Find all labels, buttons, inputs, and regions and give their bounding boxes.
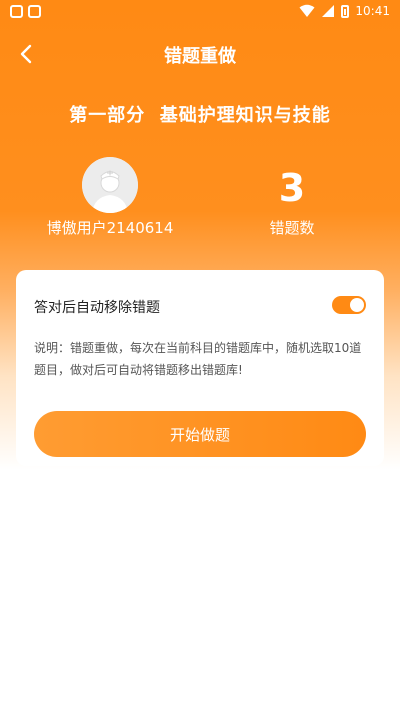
notification-icon	[28, 5, 41, 18]
battery-icon	[341, 4, 350, 18]
avatar-icon	[82, 157, 138, 213]
error-count-label: 错题数	[269, 219, 315, 237]
signal-icon	[322, 5, 335, 17]
notification-icon	[10, 5, 23, 18]
header: 错题重做	[0, 24, 400, 84]
auto-remove-label: 答对后自动移除错题	[34, 300, 160, 316]
settings-card: 答对后自动移除错题 说明：错题重做，每次在当前科目的错题库中，随机选取10道题目…	[16, 270, 384, 466]
page-title: 错题重做	[164, 46, 236, 67]
error-count: 3	[278, 166, 306, 210]
status-indicators: 10:41	[299, 4, 390, 18]
toggle-knob	[350, 298, 364, 312]
wifi-icon	[299, 4, 315, 17]
username: 博傲用户2140614	[46, 219, 174, 237]
description-text: 说明：错题重做，每次在当前科目的错题库中，随机选取10道题目，做对后可自动将错题…	[34, 341, 362, 377]
section-title: 第一部分 基础护理知识与技能	[69, 105, 331, 126]
status-time: 10:41	[355, 4, 390, 18]
status-bar: 10:41	[0, 0, 400, 24]
auto-remove-toggle[interactable]	[332, 296, 366, 314]
start-practice-button[interactable]: 开始做题	[34, 411, 366, 457]
avatar	[82, 157, 138, 213]
status-notifications	[10, 5, 41, 18]
